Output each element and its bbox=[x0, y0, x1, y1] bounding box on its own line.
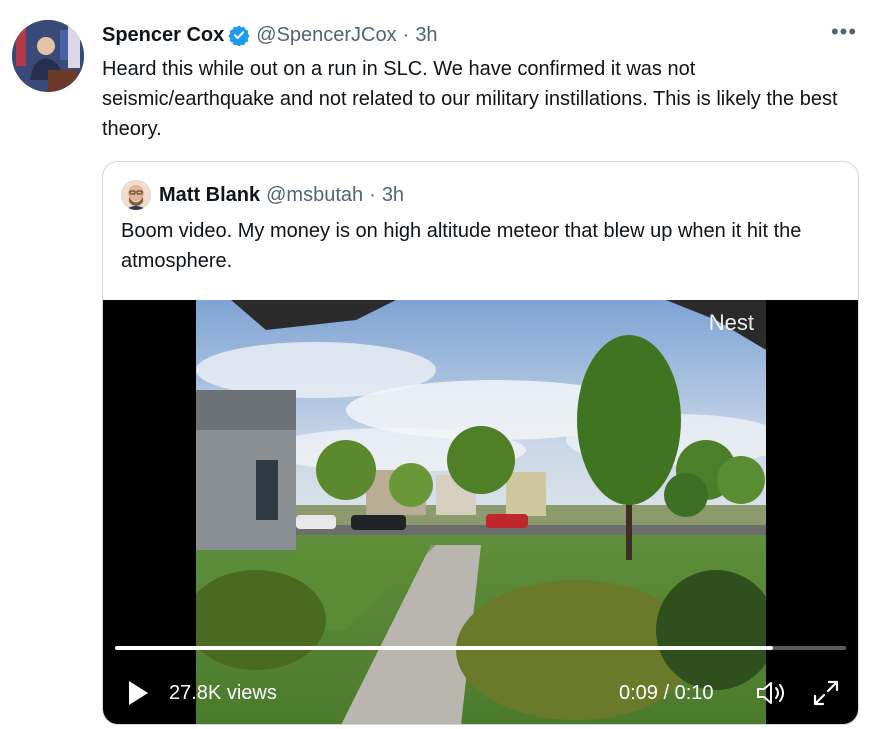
fullscreen-icon[interactable] bbox=[811, 678, 841, 708]
separator-dot: · bbox=[402, 23, 410, 46]
quoted-author-avatar[interactable] bbox=[121, 180, 151, 210]
quoted-tweet-timestamp[interactable]: 3h bbox=[382, 184, 404, 207]
nest-watermark: Nest bbox=[708, 310, 754, 335]
verified-badge-icon bbox=[228, 24, 250, 47]
tweet-timestamp[interactable]: 3h bbox=[415, 24, 437, 47]
quoted-separator-dot: · bbox=[369, 183, 376, 206]
author-avatar[interactable] bbox=[12, 20, 84, 92]
more-icon[interactable]: ••• bbox=[829, 21, 859, 46]
video-progress-bar[interactable] bbox=[115, 646, 846, 650]
author-handle[interactable]: @SpencerJCox bbox=[256, 24, 396, 47]
quoted-author-handle[interactable]: @msbutah bbox=[266, 184, 363, 207]
tweet-text: Heard this while out on a run in SLC. We… bbox=[102, 58, 838, 140]
quoted-tweet[interactable]: Matt Blank @msbutah · 3h Boom video. My … bbox=[102, 161, 859, 725]
quoted-author-name[interactable]: Matt Blank bbox=[159, 184, 260, 207]
author-name[interactable]: Spencer Cox bbox=[102, 24, 224, 47]
quoted-tweet-text: Boom video. My money is on high altitude… bbox=[121, 220, 802, 272]
video-timecode: 0:09 / 0:10 bbox=[619, 682, 714, 704]
play-icon[interactable] bbox=[127, 680, 149, 706]
tweet[interactable]: Spencer Cox @SpencerJCox · 3h ••• Heard … bbox=[0, 0, 883, 729]
tweet-header: Spencer Cox @SpencerJCox · 3h bbox=[102, 22, 438, 48]
video-progress-fill bbox=[115, 646, 773, 650]
volume-icon[interactable] bbox=[755, 679, 787, 707]
quoted-tweet-header: Matt Blank @msbutah · 3h bbox=[159, 182, 404, 208]
view-count: 27.8K views bbox=[169, 682, 277, 704]
video-player[interactable]: Nest 27.8K views 0:09 / 0:10 bbox=[103, 300, 858, 724]
video-frame: Nest bbox=[196, 300, 766, 724]
